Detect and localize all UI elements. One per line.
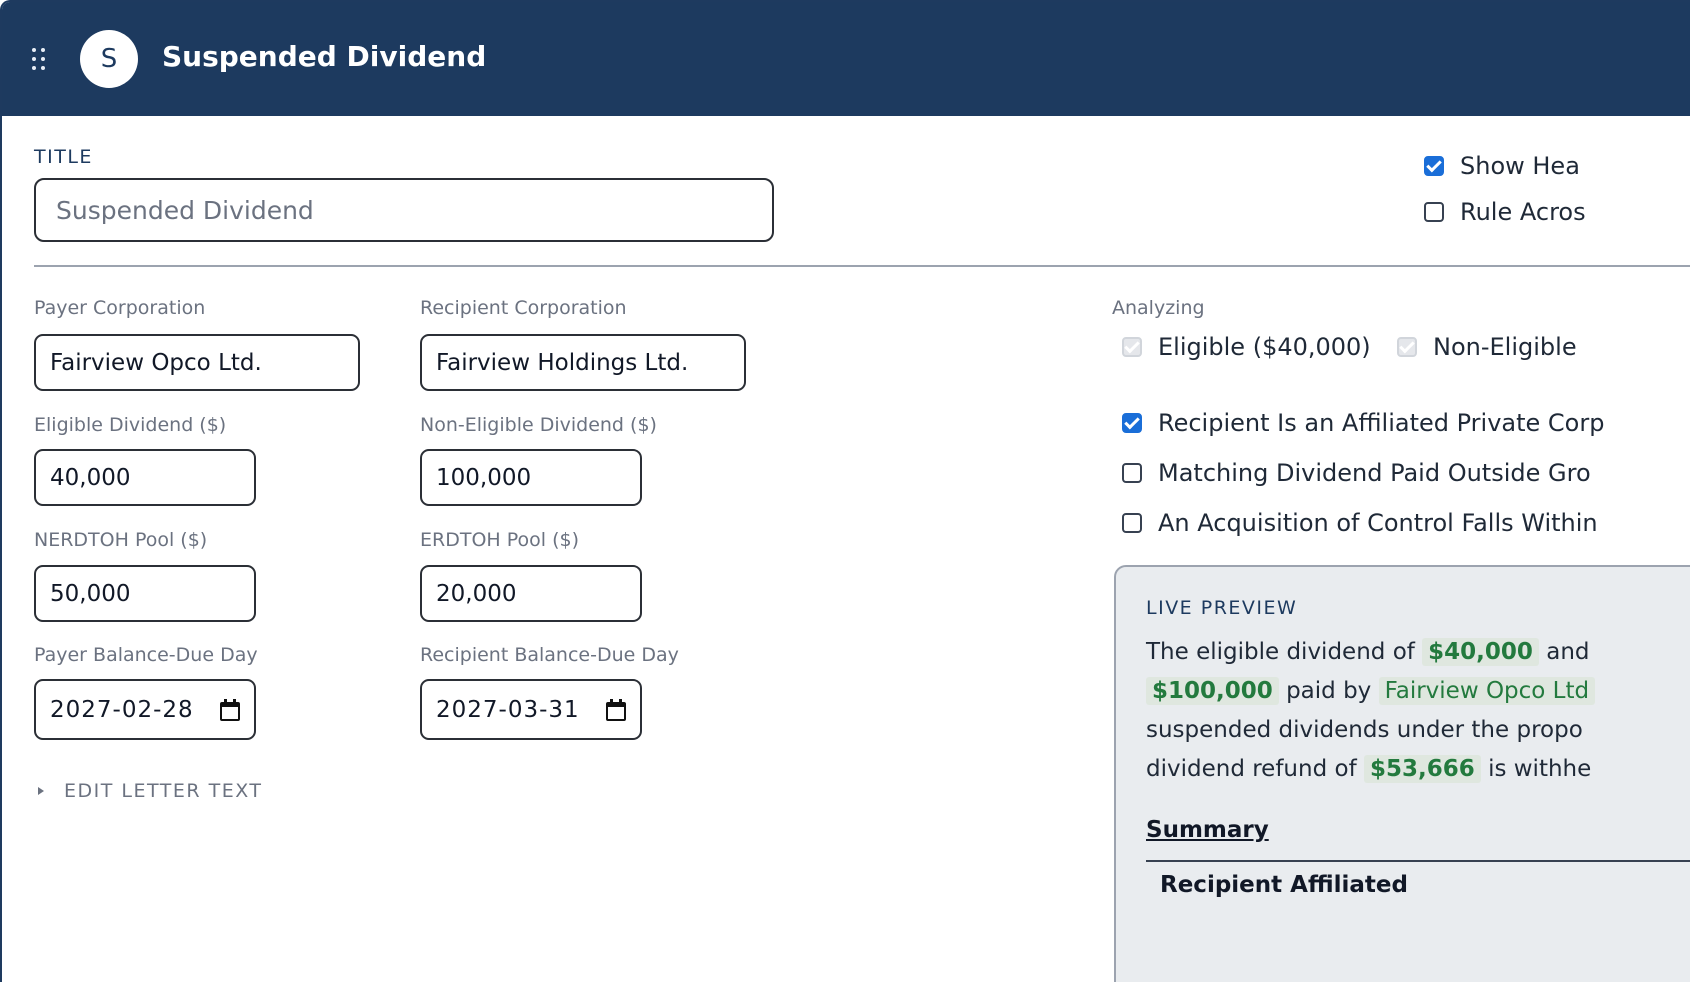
calendar-icon[interactable] — [606, 698, 626, 721]
rule-across-label: Rule Acros — [1460, 198, 1586, 226]
avatar: S — [80, 30, 138, 88]
acquisition-label: An Acquisition of Control Falls Within — [1158, 509, 1598, 537]
analyzing-eligible-option[interactable]: Eligible ($40,000) — [1122, 333, 1371, 361]
divider — [34, 265, 1690, 267]
preview-text: The eligible dividend of $40,000 and $10… — [1146, 633, 1690, 789]
show-header-option[interactable]: Show Hea — [1424, 152, 1580, 180]
affiliated-checkbox[interactable] — [1122, 413, 1142, 433]
analyzing-eligible-label: Eligible ($40,000) — [1158, 333, 1371, 361]
live-preview-panel: LIVE PREVIEW The eligible dividend of $4… — [1114, 565, 1690, 982]
recipient-corporation-field[interactable]: Fairview Holdings Ltd. — [420, 334, 746, 391]
analyzing-non-eligible-label: Non-Eligible — [1433, 333, 1577, 361]
title-input[interactable] — [34, 178, 774, 242]
payer-due-label: Payer Balance-Due Day — [34, 644, 258, 666]
expand-triangle-icon — [38, 787, 44, 795]
eligible-amount: $40,000 — [1422, 638, 1539, 666]
preview-text-6: is withhe — [1488, 756, 1592, 782]
nerdtoh-field[interactable]: 50,000 — [34, 565, 256, 622]
payer-due-date-field[interactable]: 2027-02-28 — [34, 679, 256, 740]
preview-text-2: and — [1546, 639, 1590, 665]
refund-amount: $53,666 — [1363, 755, 1481, 783]
rule-across-checkbox[interactable] — [1424, 202, 1444, 222]
payer-corporation-field[interactable]: Fairview Opco Ltd. — [34, 334, 360, 391]
matching-dividend-checkbox[interactable] — [1122, 463, 1142, 483]
erdtoh-field[interactable]: 20,000 — [420, 565, 642, 622]
acquisition-checkbox[interactable] — [1122, 513, 1142, 533]
preview-text-4: suspended dividends under the propo — [1146, 717, 1583, 743]
eligible-dividend-label: Eligible Dividend ($) — [34, 414, 227, 436]
title-label: TITLE — [34, 146, 93, 168]
non-eligible-dividend-field[interactable]: 100,000 — [420, 449, 642, 506]
erdtoh-label: ERDTOH Pool ($) — [420, 529, 579, 551]
affiliated-label: Recipient Is an Affiliated Private Corp — [1158, 409, 1605, 437]
live-preview-label: LIVE PREVIEW — [1146, 597, 1298, 619]
preview-text-5: dividend refund of — [1146, 756, 1357, 782]
edit-letter-toggle[interactable]: EDIT LETTER TEXT — [38, 780, 263, 802]
acquisition-option[interactable]: An Acquisition of Control Falls Within — [1122, 509, 1598, 537]
summary-heading: Summary — [1146, 817, 1269, 843]
edit-letter-label: EDIT LETTER TEXT — [64, 780, 263, 802]
summary-row: Recipient Affiliated — [1160, 872, 1408, 898]
analyzing-non-eligible-option[interactable]: Non-Eligible — [1397, 333, 1577, 361]
app-window: S Suspended Dividend TITLE Show Hea Rule… — [0, 0, 1690, 982]
page-title: Suspended Dividend — [162, 40, 487, 73]
non-eligible-dividend-label: Non-Eligible Dividend ($) — [420, 414, 657, 436]
matching-dividend-option[interactable]: Matching Dividend Paid Outside Gro — [1122, 459, 1591, 487]
rule-across-option[interactable]: Rule Acros — [1424, 198, 1586, 226]
payer-name: Fairview Opco Ltd — [1378, 677, 1596, 705]
recipient-due-label: Recipient Balance-Due Day — [420, 644, 679, 666]
non-eligible-checkbox[interactable] — [1397, 337, 1417, 357]
recipient-due-date-field[interactable]: 2027-03-31 — [420, 679, 642, 740]
show-header-checkbox[interactable] — [1424, 156, 1444, 176]
nerdtoh-label: NERDTOH Pool ($) — [34, 529, 208, 551]
calendar-icon[interactable] — [220, 698, 240, 721]
preview-text-1: The eligible dividend of — [1146, 639, 1415, 665]
summary-divider — [1146, 860, 1690, 862]
preview-text-3: paid by — [1286, 678, 1372, 704]
eligible-dividend-field[interactable]: 40,000 — [34, 449, 256, 506]
analyzing-label: Analyzing — [1112, 297, 1205, 319]
eligible-checkbox[interactable] — [1122, 337, 1142, 357]
affiliated-option[interactable]: Recipient Is an Affiliated Private Corp — [1122, 409, 1604, 437]
show-header-label: Show Hea — [1460, 152, 1580, 180]
app-header: S Suspended Dividend — [2, 2, 1690, 116]
payer-due-date-value: 2027-02-28 — [50, 696, 194, 723]
non-eligible-amount: $100,000 — [1146, 677, 1279, 705]
drag-handle-icon[interactable] — [32, 48, 50, 74]
payer-corporation-label: Payer Corporation — [34, 297, 206, 319]
recipient-corporation-label: Recipient Corporation — [420, 297, 627, 319]
matching-dividend-label: Matching Dividend Paid Outside Gro — [1158, 459, 1591, 487]
recipient-due-date-value: 2027-03-31 — [436, 696, 580, 723]
